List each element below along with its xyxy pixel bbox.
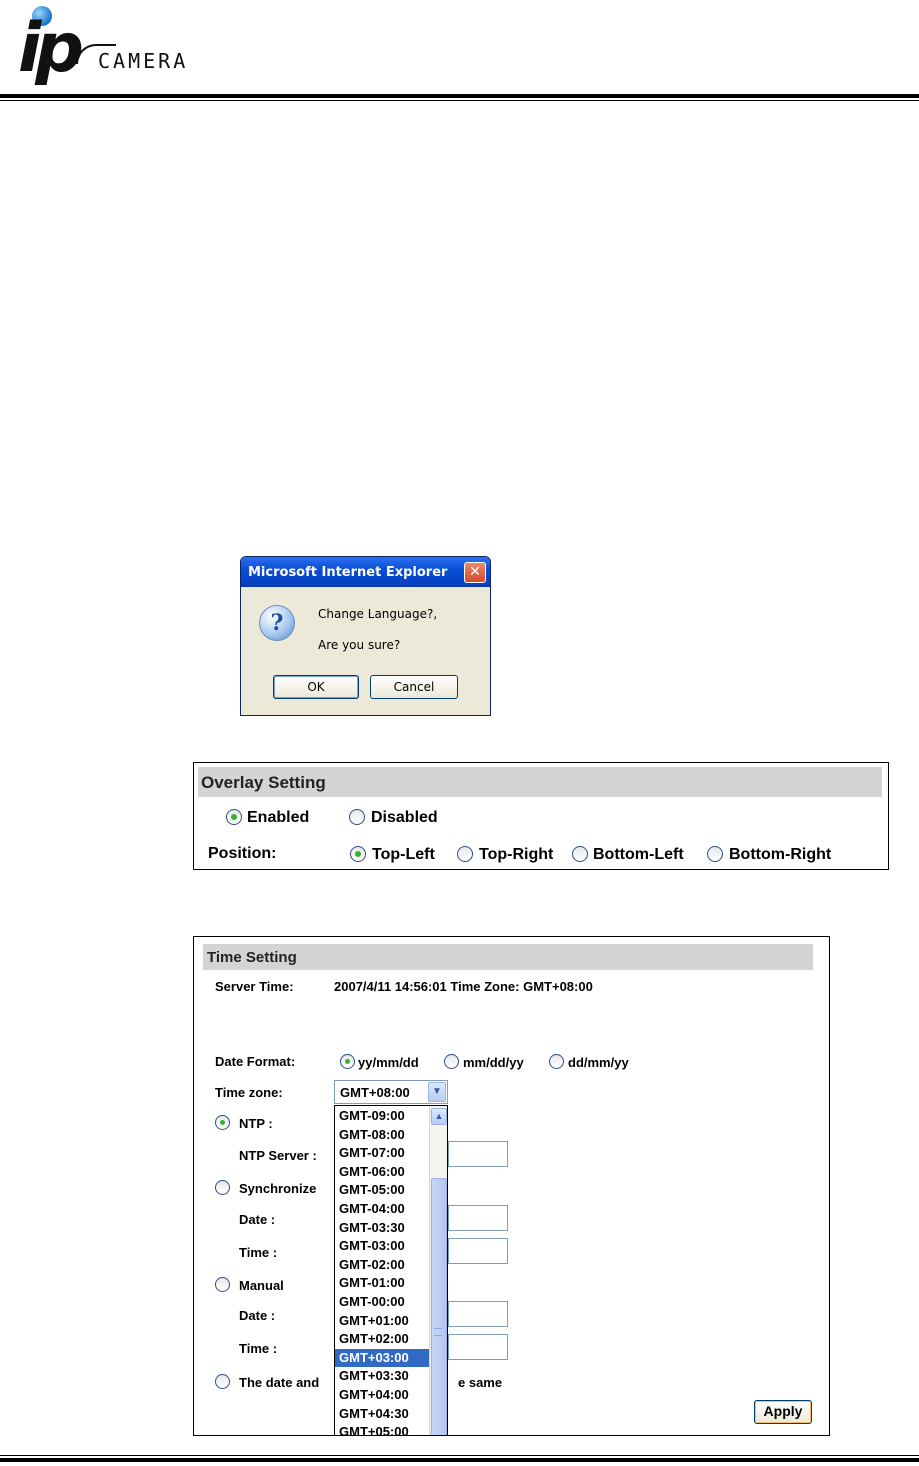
enabled-radio[interactable] <box>226 809 242 825</box>
time-zone-dropdown[interactable]: GMT-09:00 GMT-08:00 GMT-07:00 GMT-06:00 GMT-… <box>334 1105 448 1435</box>
date-format-label-mmddyy: mm/dd/yy <box>463 1055 524 1070</box>
time-zone-option[interactable]: GMT+01:00 <box>335 1312 429 1331</box>
logo-ip-text: ip <box>18 9 84 88</box>
time-zone-selected-value: GMT+08:00 <box>340 1085 410 1100</box>
position-label: Position: <box>208 845 277 862</box>
time-zone-option[interactable]: GMT+03:00 <box>335 1348 429 1368</box>
apply-button[interactable]: Apply <box>754 1400 812 1424</box>
position-radio-top-left[interactable] <box>350 846 366 862</box>
cancel-button[interactable]: Cancel <box>370 675 458 699</box>
synchronize-radio[interactable] <box>215 1180 230 1195</box>
manual-time-label: Time : <box>239 1341 278 1356</box>
sync-date-label: Date : <box>239 1212 276 1227</box>
logo-camera-text: CAMERA <box>98 49 189 73</box>
same-as-pc-radio[interactable] <box>215 1374 230 1389</box>
chevron-down-icon[interactable]: ▼ <box>428 1082 446 1102</box>
ok-button[interactable]: OK <box>273 675 359 699</box>
same-as-pc-label-end: e same <box>458 1375 503 1390</box>
time-zone-option[interactable]: GMT-03:30 <box>335 1219 429 1238</box>
time-zone-option[interactable]: GMT-06:00 <box>335 1163 429 1182</box>
overlay-setting-title: Overlay Setting <box>198 767 882 797</box>
date-format-radio-ddmmyy[interactable] <box>549 1054 564 1069</box>
date-format-radio-yymmdd[interactable] <box>340 1054 355 1069</box>
server-time-label: Server Time: <box>215 979 294 994</box>
ip-camera-logo: ip CAMERA <box>6 4 266 96</box>
time-zone-option[interactable]: GMT-07:00 <box>335 1144 429 1163</box>
question-icon: ? <box>259 605 295 641</box>
time-zone-option[interactable]: GMT-08:00 <box>335 1126 429 1145</box>
overlay-setting-panel: Overlay Setting Enabled Disabled Positio… <box>193 762 889 870</box>
ntp-server-input[interactable] <box>448 1141 508 1167</box>
dialog-titlebar: Microsoft Internet Explorer ✕ <box>241 557 490 587</box>
scrollbar-grip-icon <box>434 1328 442 1336</box>
time-zone-option[interactable]: GMT-04:00 <box>335 1200 429 1219</box>
manual-radio[interactable] <box>215 1277 230 1292</box>
time-zone-option[interactable]: GMT+02:00 <box>335 1330 429 1349</box>
manual-time-input[interactable] <box>448 1334 508 1360</box>
time-setting-panel: Time Setting Server Time: 2007/4/11 14:5… <box>193 936 830 1436</box>
time-setting-title: Time Setting <box>203 944 813 970</box>
sync-time-input[interactable] <box>448 1238 508 1264</box>
time-zone-option[interactable]: GMT-02:00 <box>335 1256 429 1275</box>
enabled-label: Enabled <box>247 809 310 826</box>
time-zone-label: Time zone: <box>215 1085 283 1100</box>
position-radio-top-right[interactable] <box>457 846 473 862</box>
scroll-up-icon[interactable]: ▲ <box>431 1108 447 1125</box>
dialog-message-line2: Are you sure? <box>318 638 401 652</box>
date-format-label-ddmmyy: dd/mm/yy <box>568 1055 629 1070</box>
ntp-label: NTP : <box>239 1116 273 1131</box>
manual-date-label: Date : <box>239 1308 276 1323</box>
time-zone-option[interactable]: GMT+03:30 <box>335 1367 429 1386</box>
ntp-server-label: NTP Server : <box>239 1148 317 1163</box>
position-label-top-right: Top-Right <box>479 846 554 863</box>
confirm-dialog: Microsoft Internet Explorer ✕ ? Change L… <box>240 556 491 716</box>
position-radio-bottom-right[interactable] <box>707 846 723 862</box>
time-zone-option[interactable]: GMT-01:00 <box>335 1274 429 1293</box>
header-rule-thin <box>0 100 919 101</box>
dropdown-scrollbar[interactable]: ▲ <box>429 1106 447 1435</box>
manual-date-input[interactable] <box>448 1301 508 1327</box>
sync-time-label: Time : <box>239 1245 278 1260</box>
same-as-pc-label-start: The date and <box>239 1375 320 1390</box>
synchronize-label: Synchronize <box>239 1181 317 1196</box>
time-zone-option[interactable]: GMT+04:30 <box>335 1405 429 1424</box>
time-zone-option[interactable]: GMT-03:00 <box>335 1237 429 1256</box>
footer-rule-thin <box>0 1455 919 1456</box>
time-zone-option[interactable]: GMT+05:00 <box>335 1423 429 1435</box>
sync-date-input[interactable] <box>448 1205 508 1231</box>
ntp-radio[interactable] <box>215 1115 230 1130</box>
position-label-top-left: Top-Left <box>372 846 435 863</box>
disabled-label: Disabled <box>371 809 438 826</box>
time-zone-option[interactable]: GMT+04:00 <box>335 1386 429 1405</box>
date-format-radio-mmddyy[interactable] <box>444 1054 459 1069</box>
time-zone-option[interactable]: GMT-09:00 <box>335 1107 429 1126</box>
dialog-message-line1: Change Language?, <box>318 607 438 621</box>
header-rule-thick <box>0 94 919 98</box>
time-zone-option[interactable]: GMT-00:00 <box>335 1293 429 1312</box>
date-format-label-yymmdd: yy/mm/dd <box>358 1055 419 1070</box>
close-icon[interactable]: ✕ <box>464 562 486 583</box>
date-format-label: Date Format: <box>215 1054 296 1069</box>
position-label-bottom-right: Bottom-Right <box>729 846 832 863</box>
dialog-title: Microsoft Internet Explorer <box>248 565 448 580</box>
time-zone-select[interactable]: GMT+08:00 ▼ <box>334 1080 448 1104</box>
time-zone-option[interactable]: GMT-05:00 <box>335 1181 429 1200</box>
position-radio-bottom-left[interactable] <box>572 846 588 862</box>
disabled-radio[interactable] <box>349 809 365 825</box>
footer-rule-thick <box>0 1458 919 1462</box>
position-label-bottom-left: Bottom-Left <box>593 846 684 863</box>
scrollbar-thumb[interactable] <box>431 1178 447 1435</box>
server-time-value: 2007/4/11 14:56:01 Time Zone: GMT+08:00 <box>334 979 593 994</box>
manual-label: Manual <box>239 1278 284 1293</box>
